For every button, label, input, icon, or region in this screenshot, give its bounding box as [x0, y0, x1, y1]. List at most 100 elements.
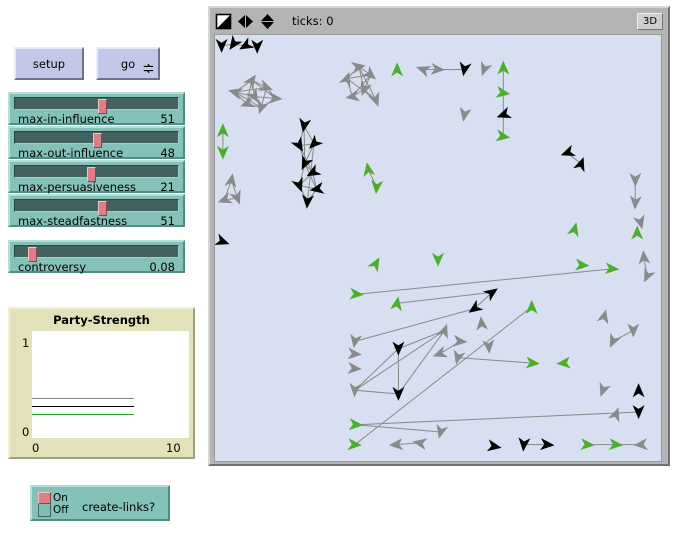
slider-value-max-persuasiveness: 21 [160, 180, 175, 194]
world-canvas[interactable] [214, 34, 662, 462]
turtle-25 [309, 181, 325, 194]
turtle-8 [257, 98, 270, 115]
plot-series-gray-party [32, 398, 135, 400]
setup-button-label: setup [32, 56, 66, 71]
turtle-61 [347, 347, 362, 360]
slider-max-steadfastness[interactable]: max-steadfastness 51 [8, 194, 185, 228]
turtle-74 [627, 323, 640, 338]
switch-name-label: create-links? [82, 500, 156, 514]
split-square-icon[interactable] [215, 13, 232, 30]
turtle-15 [345, 89, 361, 102]
go-button-label: go [120, 56, 136, 71]
plot-xtick-min: 0 [32, 441, 40, 455]
turtle-31 [391, 62, 404, 77]
turtle-41 [560, 144, 576, 157]
slider-max-out-influence[interactable]: max-out-influence 48 [8, 126, 185, 160]
slider-track-controversy[interactable] [14, 245, 179, 262]
slider-label-max-in-influence: max-in-influence [18, 112, 115, 126]
switch-off-label: Off [53, 504, 69, 516]
up-down-arrows-icon[interactable] [259, 13, 276, 30]
turtle-5 [242, 74, 256, 90]
left-right-arrows-icon[interactable] [237, 13, 254, 30]
turtle-50 [566, 222, 579, 238]
slider-track-max-out-influence[interactable] [14, 131, 179, 148]
turtle-79 [348, 418, 364, 431]
world-agents-layer [215, 35, 656, 452]
turtle-77 [632, 383, 645, 398]
turtle-6 [257, 79, 274, 91]
world-links [221, 43, 648, 446]
world-view-panel: ticks: 0 3D [208, 6, 670, 466]
turtle-75 [599, 381, 611, 397]
turtle-88 [633, 438, 648, 451]
turtle-29 [229, 189, 241, 205]
turtle-86 [580, 438, 595, 451]
netlogo-window: setup go max-in-influence 51 max-out-influ… [0, 0, 676, 545]
turtle-73 [609, 332, 622, 348]
plot-ytick-max: 1 [22, 336, 30, 350]
slider-max-in-influence[interactable]: max-in-influence 51 [8, 92, 185, 126]
turtle-30 [215, 233, 230, 245]
switch-knob[interactable] [38, 492, 51, 504]
slider-track-max-in-influence[interactable] [14, 97, 179, 114]
slider-max-persuasiveness[interactable]: max-persuasiveness 21 [8, 160, 185, 194]
turtle-60 [350, 333, 363, 349]
slider-label-max-out-influence: max-out-influence [18, 146, 124, 160]
turtle-44 [371, 179, 384, 195]
turtle-48 [638, 250, 651, 265]
turtle-35 [480, 60, 493, 76]
turtle-13 [361, 65, 377, 80]
turtle-64 [392, 341, 405, 356]
ticks-counter: ticks: 0 [292, 14, 334, 28]
slider-value-max-in-influence: 51 [160, 112, 175, 126]
turtle-72 [596, 309, 609, 325]
slider-value-controversy: 0.08 [149, 260, 175, 274]
slider-label-max-steadfastness: max-steadfastness [18, 214, 128, 228]
plot-ytick-min: 0 [22, 425, 30, 439]
turtle-42 [573, 157, 585, 173]
slider-controversy[interactable]: controversy 0.08 [8, 240, 185, 274]
plot-canvas[interactable] [32, 331, 189, 438]
turtle-43 [363, 162, 376, 178]
plot-series-green-party [32, 414, 135, 416]
create-links-switch[interactable]: On Off create-links? [30, 485, 170, 521]
world-turtles [215, 35, 656, 452]
slider-track-max-steadfastness[interactable] [14, 199, 179, 216]
slider-label-max-persuasiveness: max-persuasiveness [18, 180, 137, 194]
slider-track-max-persuasiveness[interactable] [14, 165, 179, 182]
turtle-62 [347, 361, 362, 374]
turtle-45 [629, 173, 642, 187]
turtle-53 [432, 252, 444, 267]
turtle-16 [367, 91, 380, 107]
turtle-21 [290, 136, 303, 152]
turtle-68 [432, 345, 448, 358]
turtle-92 [482, 339, 495, 354]
slider-value-max-out-influence: 48 [160, 146, 175, 160]
slider-value-max-steadfastness: 51 [160, 214, 175, 228]
turtle-26 [302, 194, 314, 209]
go-button[interactable]: go [96, 47, 160, 80]
setup-button[interactable]: setup [14, 47, 84, 80]
turtle-1 [229, 35, 243, 50]
turtle-83 [486, 439, 502, 452]
turtle-52 [367, 257, 380, 273]
turtle-90 [525, 299, 538, 314]
turtle-91 [476, 316, 489, 331]
switch-to-3d-button[interactable]: 3D [637, 13, 663, 30]
turtle-0 [215, 38, 228, 53]
slider-label-controversy: controversy [18, 260, 87, 274]
switch-to-3d-label: 3D [642, 16, 658, 27]
turtle-57 [389, 296, 402, 312]
view-toolbar: ticks: 0 [210, 8, 668, 34]
plot-title: Party-Strength [53, 313, 150, 327]
turtle-51 [632, 214, 645, 230]
turtle-56 [349, 287, 364, 300]
turtle-71 [556, 356, 571, 369]
turtle-67 [452, 334, 468, 347]
turtle-20 [309, 134, 324, 149]
turtle-76 [608, 407, 620, 423]
switch-on-label: On [53, 492, 68, 504]
turtle-40 [459, 106, 472, 122]
turtle-49 [644, 267, 656, 283]
turtle-27 [224, 173, 237, 188]
